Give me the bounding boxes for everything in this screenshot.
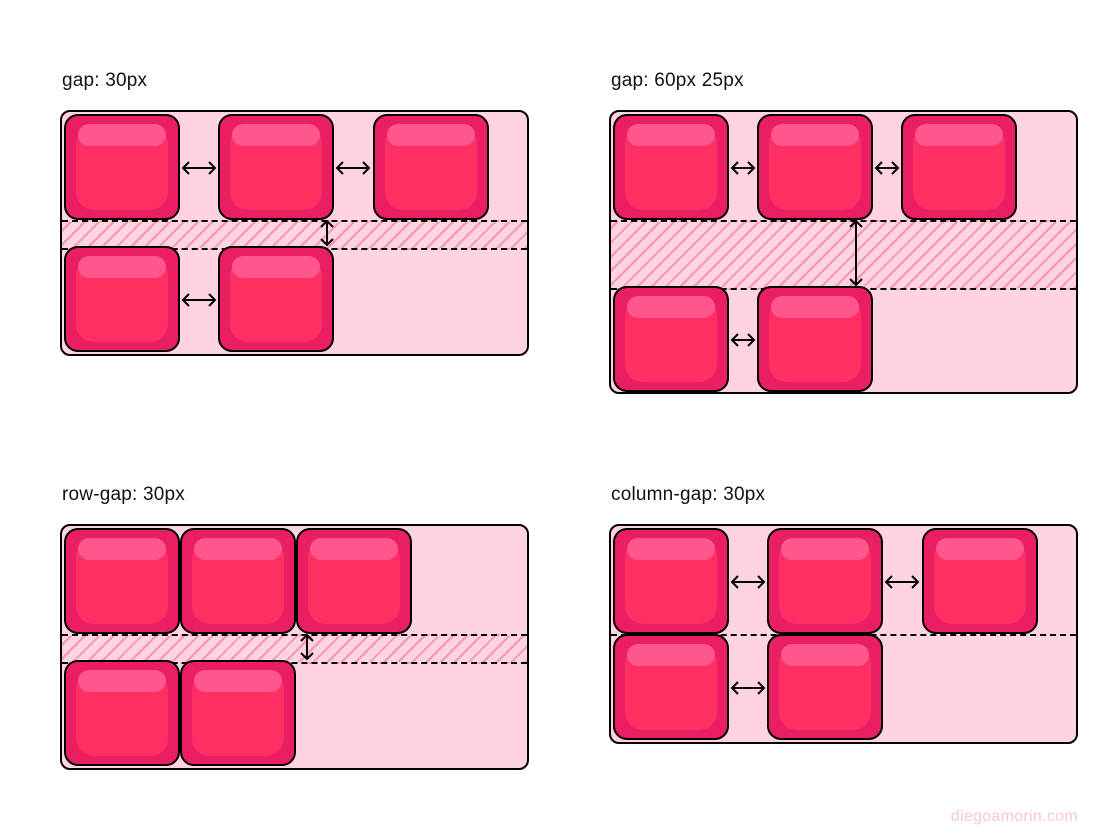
panel-label: row-gap: 30px (62, 484, 529, 506)
attribution: diegoamorin.com (951, 808, 1078, 826)
column-gap-arrow-icon (181, 291, 217, 309)
flex-item (757, 114, 873, 220)
panel-grid: gap: 30px (60, 70, 1040, 770)
flex-container (609, 524, 1078, 744)
flex-item (373, 114, 489, 220)
column-gap-arrow-icon (181, 159, 217, 177)
column-gap-arrow-icon (730, 573, 766, 591)
flex-item (296, 528, 412, 634)
flex-item (767, 528, 883, 634)
flex-item (180, 660, 296, 766)
panel-label: column-gap: 30px (611, 484, 1078, 506)
flex-item (64, 246, 180, 352)
row-gap-indicator (611, 220, 1076, 290)
flex-item (613, 528, 729, 634)
flex-item (613, 634, 729, 740)
column-gap-arrow-icon (874, 159, 900, 177)
column-gap-arrow-icon (730, 159, 756, 177)
panel-label: gap: 30px (62, 70, 529, 92)
flex-item (218, 246, 334, 352)
column-gap-arrow-icon (730, 331, 756, 349)
column-gap-arrow-icon (335, 159, 371, 177)
flex-item (64, 528, 180, 634)
flex-container (609, 110, 1078, 394)
flex-item (64, 660, 180, 766)
column-gap-arrow-icon (730, 679, 766, 697)
flex-item (901, 114, 1017, 220)
panel-label: gap: 60px 25px (611, 70, 1078, 92)
panel-column-gap-30: column-gap: 30px (609, 484, 1078, 770)
diagram-page: gap: 30px (0, 0, 1100, 840)
flex-container (60, 524, 529, 770)
flex-container (60, 110, 529, 356)
flex-item (613, 114, 729, 220)
flex-item (180, 528, 296, 634)
flex-item (767, 634, 883, 740)
flex-item (64, 114, 180, 220)
column-gap-arrow-icon (884, 573, 920, 591)
flex-item (613, 286, 729, 392)
flex-item (218, 114, 334, 220)
panel-gap-30: gap: 30px (60, 70, 529, 394)
panel-gap-60-25: gap: 60px 25px (609, 70, 1078, 394)
flex-item (922, 528, 1038, 634)
panel-row-gap-30: row-gap: 30px (60, 484, 529, 770)
flex-item (757, 286, 873, 392)
